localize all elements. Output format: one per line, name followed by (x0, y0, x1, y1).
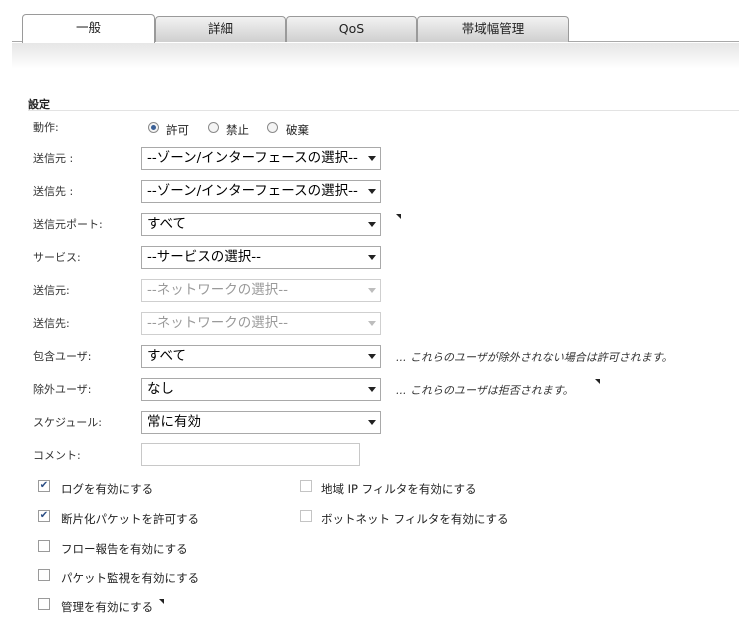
packet-monitor-label: パケット監視を有効にする (61, 571, 200, 585)
dest-network-value: --ネットワークの選択-- (147, 315, 288, 331)
exclude-users-select[interactable]: なし (141, 378, 381, 401)
chevron-down-icon (368, 354, 376, 359)
allow-fragments-checkbox[interactable]: ✔ (38, 510, 50, 522)
action-discard-label: 破棄 (286, 123, 309, 137)
chevron-down-icon (368, 189, 376, 194)
allow-fragments-label: 断片化パケットを許可する (61, 512, 199, 526)
source-zone-value: --ゾーン/インターフェースの選択-- (147, 150, 358, 166)
corner-marker-icon (595, 379, 600, 384)
source-network-select[interactable]: --ネットワークの選択-- (141, 279, 381, 302)
service-select[interactable]: --サービスの選択-- (141, 246, 381, 269)
service-label: サービス: (33, 251, 81, 264)
source-port-select[interactable]: すべて (141, 213, 381, 236)
include-users-value: すべて (147, 348, 187, 364)
botnet-filter-checkbox[interactable] (300, 510, 312, 522)
geo-ip-filter-checkbox[interactable] (300, 480, 312, 492)
tab-general[interactable]: 一般 (22, 14, 155, 43)
management-label: 管理を有効にする (61, 600, 154, 614)
dest-zone-value: --ゾーン/インターフェースの選択-- (147, 183, 358, 199)
chevron-down-icon (368, 255, 376, 260)
section-divider (28, 110, 739, 111)
enable-logging-label: ログを有効にする (61, 482, 154, 496)
source-port-value: すべて (147, 216, 187, 232)
action-allow-label: 許可 (166, 123, 189, 137)
action-deny-radio[interactable] (208, 122, 219, 133)
tab-bar: 一般 詳細 QoS 帯域幅管理 (12, 14, 739, 43)
include-users-select[interactable]: すべて (141, 345, 381, 368)
botnet-filter-label: ボットネット フィルタを有効にする (321, 512, 509, 526)
exclude-users-label: 除外ユーザ: (33, 383, 92, 396)
tab-qos[interactable]: QoS (286, 16, 417, 42)
schedule-value: 常に有効 (147, 414, 201, 430)
corner-marker-icon (159, 599, 164, 604)
action-label: 動作: (33, 121, 59, 134)
source-zone-label: 送信元 : (33, 152, 74, 165)
schedule-select[interactable]: 常に有効 (141, 411, 381, 434)
exclude-users-value: なし (147, 381, 174, 397)
comment-label: コメント: (33, 449, 81, 462)
chevron-down-icon (368, 420, 376, 425)
schedule-label: スケジュール: (33, 416, 102, 429)
flow-reporting-checkbox[interactable] (38, 540, 50, 552)
dest-zone-select[interactable]: --ゾーン/インターフェースの選択-- (141, 180, 381, 203)
chevron-down-icon (368, 222, 376, 227)
source-port-label: 送信元ポート: (33, 218, 103, 231)
flow-reporting-label: フロー報告を有効にする (61, 542, 188, 556)
chevron-down-icon (368, 288, 376, 293)
source-network-label: 送信元: (33, 284, 70, 297)
include-users-label: 包含ユーザ: (33, 350, 92, 363)
corner-marker-icon (396, 214, 401, 219)
tab-advanced[interactable]: 詳細 (155, 16, 286, 42)
dest-network-label: 送信先: (33, 317, 70, 330)
action-deny-label: 禁止 (226, 123, 249, 137)
chevron-down-icon (368, 156, 376, 161)
tab-bandwidth-management[interactable]: 帯域幅管理 (417, 16, 569, 42)
source-zone-select[interactable]: --ゾーン/インターフェースの選択-- (141, 147, 381, 170)
exclude-users-note: ... これらのユーザは拒否されます。 (396, 384, 574, 397)
header-band (12, 43, 739, 69)
service-value: --サービスの選択-- (147, 249, 261, 265)
management-checkbox[interactable] (38, 598, 50, 610)
action-allow-radio[interactable] (148, 122, 159, 133)
include-users-note: ... これらのユーザが除外されない場合は許可されます。 (396, 351, 673, 364)
comment-input[interactable] (141, 443, 360, 466)
action-discard-radio[interactable] (267, 122, 278, 133)
enable-logging-checkbox[interactable]: ✔ (38, 480, 50, 492)
chevron-down-icon (368, 387, 376, 392)
geo-ip-filter-label: 地域 IP フィルタを有効にする (321, 482, 477, 496)
dest-zone-label: 送信先 : (33, 185, 74, 198)
source-network-value: --ネットワークの選択-- (147, 282, 288, 298)
dest-network-select[interactable]: --ネットワークの選択-- (141, 312, 381, 335)
packet-monitor-checkbox[interactable] (38, 569, 50, 581)
chevron-down-icon (368, 321, 376, 326)
